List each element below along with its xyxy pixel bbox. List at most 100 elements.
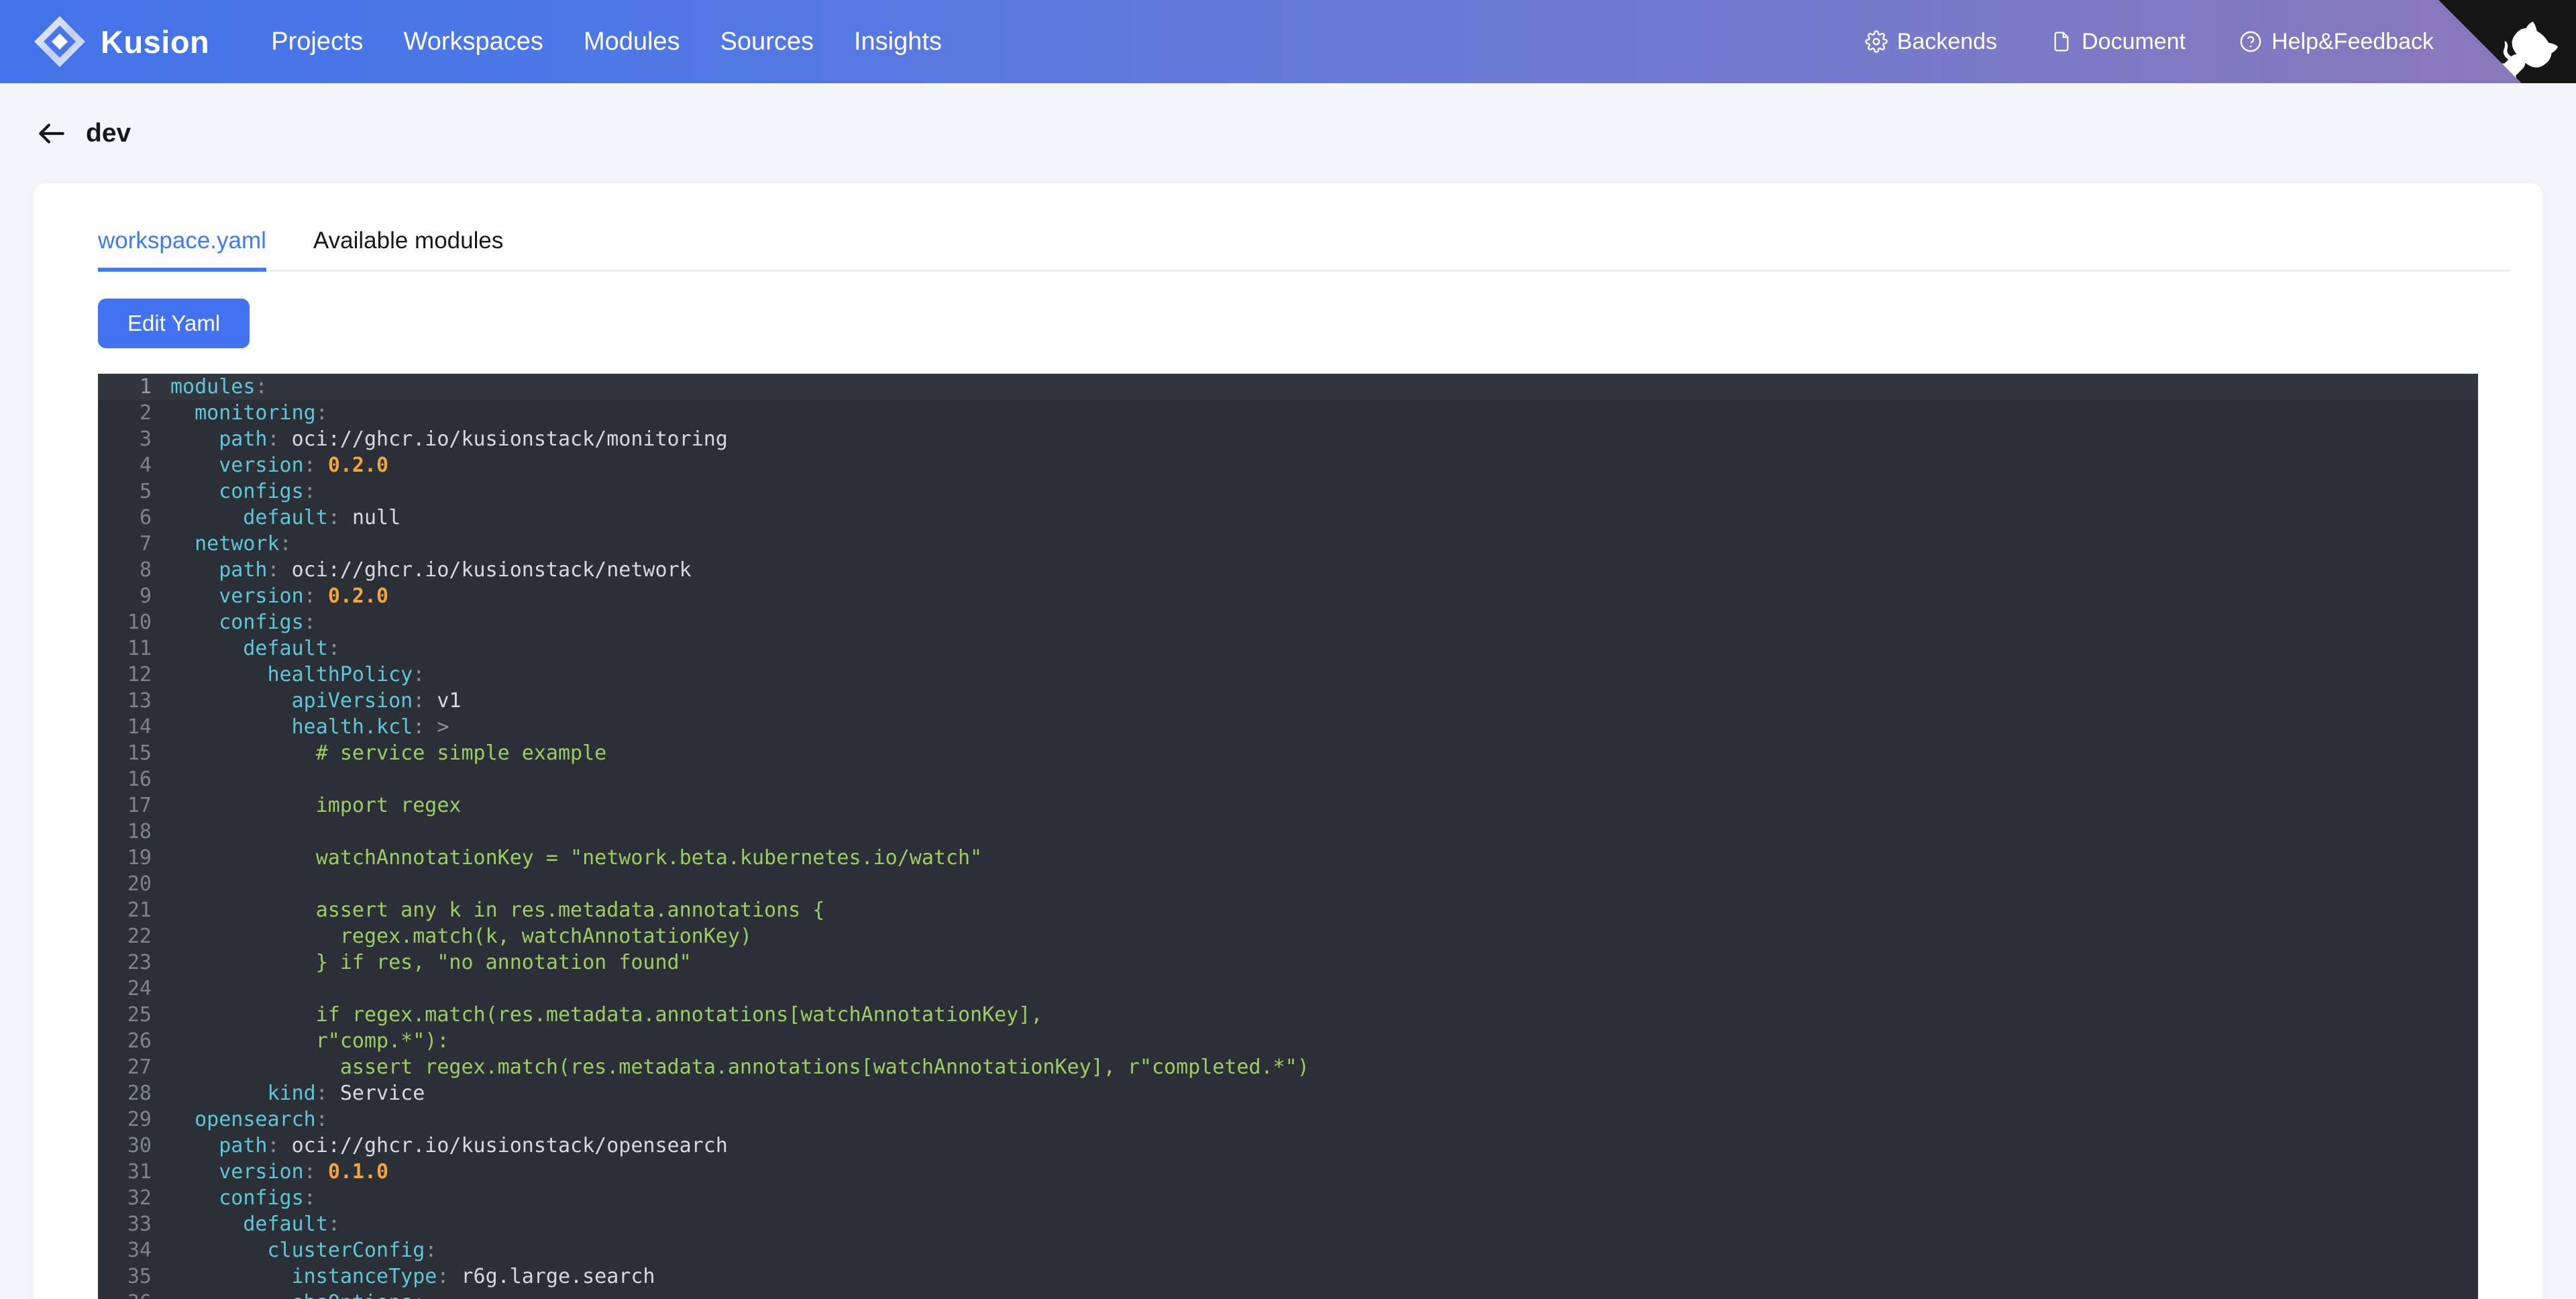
code-line: 3 path: oci://ghcr.io/kusionstack/monito… xyxy=(98,426,2478,452)
code-token: r6g.large.search xyxy=(461,1265,655,1289)
code-token: : xyxy=(327,506,352,530)
line-number: 11 xyxy=(127,637,152,661)
line-number: 18 xyxy=(127,820,152,844)
line-content: kind: Service xyxy=(170,1080,2478,1106)
nav-item-insights[interactable]: Insights xyxy=(834,28,962,56)
help-feedback-link[interactable]: Help&Feedback xyxy=(2212,29,2461,55)
tab-workspace-yaml[interactable]: workspace.yaml xyxy=(98,227,266,272)
line-number: 17 xyxy=(127,794,152,818)
code-token: > xyxy=(437,715,449,739)
brand[interactable]: Kusion xyxy=(32,14,209,69)
line-number: 2 xyxy=(139,401,152,425)
line-content: default: xyxy=(170,1211,2478,1237)
line-content: assert regex.match(res.metadata.annotati… xyxy=(170,1054,2478,1080)
code-line: 6 default: null xyxy=(98,505,2478,531)
code-lines: 1 modules: 2 monitoring: 3 path: oci://ghcr… xyxy=(98,374,2478,1299)
code-token: healthPolicy xyxy=(267,663,413,687)
brand-name: Kusion xyxy=(101,23,210,60)
code-token: } if res, "no annotation found" xyxy=(170,951,692,975)
code-line: 21 assert any k in res.metadata.annotati… xyxy=(98,897,2478,923)
line-number: 1 xyxy=(139,375,152,399)
line-number: 33 xyxy=(127,1212,152,1237)
code-token: oci://ghcr.io/kusionstack/monitoring xyxy=(291,427,728,452)
editor-toolbar: Edit Yaml xyxy=(34,272,2542,374)
backends-link[interactable]: Backends xyxy=(1838,29,2024,55)
code-token: configs xyxy=(219,480,304,504)
line-content: configs: xyxy=(170,478,2478,505)
line-content: version: 0.1.0 xyxy=(170,1159,2478,1185)
code-token: v1 xyxy=(437,689,462,713)
code-line: 16 xyxy=(98,766,2478,792)
line-number: 22 xyxy=(127,925,152,949)
help-feedback-label: Help&Feedback xyxy=(2271,28,2434,54)
code-token: path xyxy=(219,1134,268,1158)
edit-yaml-button[interactable]: Edit Yaml xyxy=(98,299,250,349)
line-content: r"comp.*"): xyxy=(170,1028,2478,1054)
code-line: 34 clusterConfig: xyxy=(98,1237,2478,1263)
code-token: : xyxy=(303,454,328,478)
code-line: 5 configs: xyxy=(98,478,2478,505)
code-token: 0.2.0 xyxy=(327,454,389,478)
question-circle-icon xyxy=(2239,30,2262,53)
code-line: 13 apiVersion: v1 xyxy=(98,688,2478,714)
line-number: 6 xyxy=(139,506,152,530)
code-token: if regex.match(res.metadata.annotations[… xyxy=(170,1003,1043,1027)
nav-item-sources[interactable]: Sources xyxy=(700,28,834,56)
code-token: : xyxy=(413,1291,425,1299)
line-number: 35 xyxy=(127,1265,152,1289)
code-token: version xyxy=(219,584,304,609)
line-number: 7 xyxy=(139,532,152,556)
code-token: monitoring xyxy=(195,401,316,425)
code-line: 26 r"comp.*"): xyxy=(98,1028,2478,1054)
line-number: 10 xyxy=(127,611,152,635)
code-token: apiVersion xyxy=(291,689,413,713)
code-line: 2 monitoring: xyxy=(98,400,2478,426)
line-number: 19 xyxy=(127,846,152,870)
line-number: 25 xyxy=(127,1003,152,1027)
code-line: 15 # service simple example xyxy=(98,740,2478,766)
code-line: 11 default: xyxy=(98,635,2478,662)
tab-available-modules[interactable]: Available modules xyxy=(313,227,503,272)
line-content: network: xyxy=(170,531,2478,557)
line-content: default: null xyxy=(170,505,2478,531)
page-title: dev xyxy=(86,118,131,148)
code-token: : xyxy=(267,427,292,452)
code-line: 17 import regex xyxy=(98,792,2478,819)
code-line: 36 ebsOptions: xyxy=(98,1290,2478,1299)
code-token: : xyxy=(255,375,268,399)
code-line: 28 kind: Service xyxy=(98,1080,2478,1106)
code-line: 8 path: oci://ghcr.io/kusionstack/networ… xyxy=(98,557,2478,583)
file-icon xyxy=(2051,31,2072,52)
line-number: 12 xyxy=(127,663,152,687)
code-token: : xyxy=(327,1212,340,1237)
document-link[interactable]: Document xyxy=(2024,29,2212,55)
line-number: 8 xyxy=(139,558,152,582)
line-content: regex.match(k, watchAnnotationKey) xyxy=(170,923,2478,949)
arrow-left-icon[interactable] xyxy=(35,117,68,150)
code-token: 0.2.0 xyxy=(327,584,389,609)
code-token: instanceType xyxy=(291,1265,437,1289)
yaml-code-viewer[interactable]: 1 modules: 2 monitoring: 3 path: oci://ghcr… xyxy=(98,374,2478,1299)
nav-item-modules[interactable]: Modules xyxy=(564,28,700,56)
code-line: 4 version: 0.2.0 xyxy=(98,452,2478,478)
code-token: : xyxy=(425,1239,437,1263)
nav-item-workspaces[interactable]: Workspaces xyxy=(384,28,564,56)
nav-item-projects[interactable]: Projects xyxy=(251,28,383,56)
code-line: 10 configs: xyxy=(98,609,2478,635)
line-content: assert any k in res.metadata.annotations… xyxy=(170,897,2478,923)
line-content: opensearch: xyxy=(170,1106,2478,1133)
code-token: network xyxy=(195,532,280,556)
code-line: 27 assert regex.match(res.metadata.annot… xyxy=(98,1054,2478,1080)
code-line: 30 path: oci://ghcr.io/kusionstack/opens… xyxy=(98,1133,2478,1159)
code-line: 25 if regex.match(res.metadata.annotatio… xyxy=(98,1002,2478,1028)
code-line: 29 opensearch: xyxy=(98,1106,2478,1133)
gear-icon xyxy=(1865,30,1888,53)
code-line: 7 network: xyxy=(98,531,2478,557)
document-label: Document xyxy=(2082,28,2186,54)
